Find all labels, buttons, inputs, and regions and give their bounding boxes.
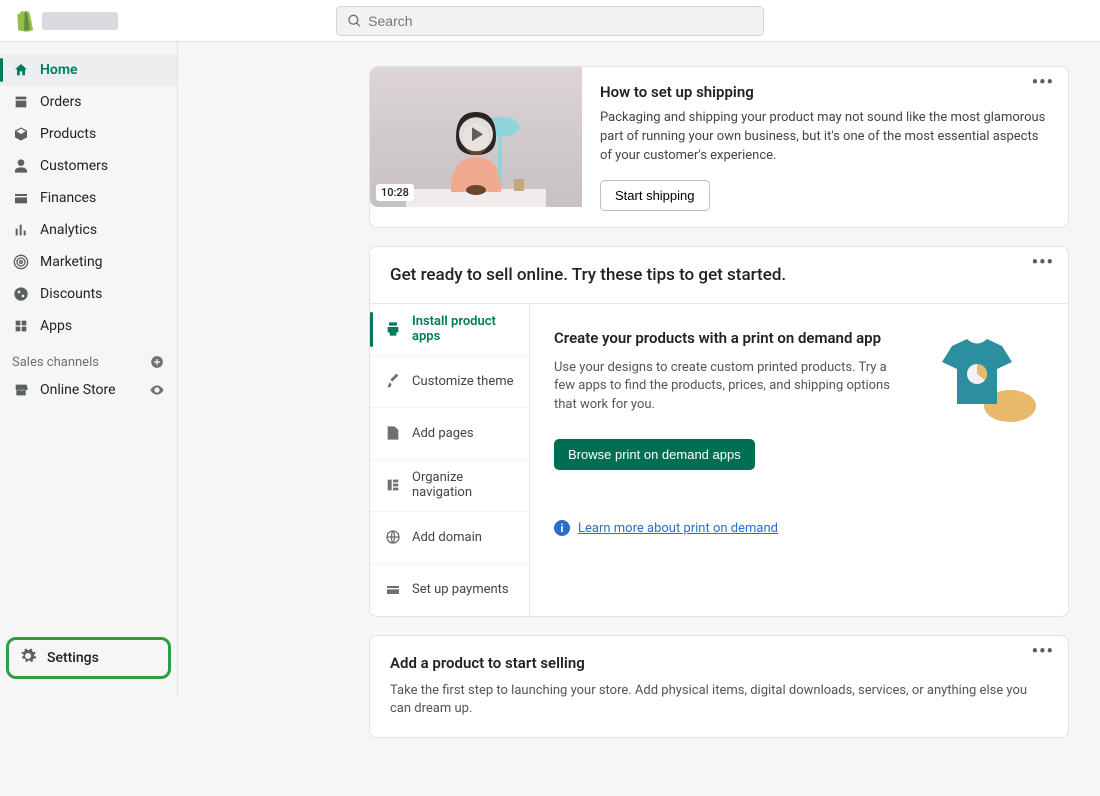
gear-icon <box>19 647 37 669</box>
sidebar-item-label: Products <box>40 126 96 142</box>
browse-apps-button[interactable]: Browse print on demand apps <box>554 439 755 470</box>
tshirt-illustration <box>932 334 1044 424</box>
navigation-icon <box>384 476 402 494</box>
finances-icon <box>12 189 30 207</box>
add-product-title: Add a product to start selling <box>390 654 1048 672</box>
tips-content-title: Create your products with a print on dem… <box>554 328 908 349</box>
print-icon <box>384 320 402 338</box>
main-content: 10:28 ••• How to set up shipping Packagi… <box>178 0 1100 796</box>
add-channel-icon[interactable] <box>149 354 165 370</box>
settings-label: Settings <box>47 650 99 666</box>
sidebar-item-label: Marketing <box>40 254 103 270</box>
view-store-icon[interactable] <box>149 382 165 398</box>
sidebar-item-label: Customers <box>40 158 108 174</box>
video-duration: 10:28 <box>376 184 414 201</box>
add-product-desc: Take the first step to launching your st… <box>390 682 1048 720</box>
pages-icon <box>384 424 402 442</box>
more-icon[interactable]: ••• <box>1032 259 1054 267</box>
tip-customize-theme[interactable]: Customize theme <box>370 356 529 408</box>
search-input[interactable] <box>368 13 753 29</box>
topbar <box>0 0 1100 42</box>
apps-icon <box>12 317 30 335</box>
search-box[interactable] <box>336 6 764 36</box>
learn-more-link[interactable]: Learn more about print on demand <box>578 521 778 536</box>
payment-icon <box>384 581 402 599</box>
tip-payments[interactable]: Set up payments <box>370 564 529 616</box>
more-icon[interactable]: ••• <box>1032 79 1054 87</box>
shipping-desc: Packaging and shipping your product may … <box>600 109 1050 166</box>
sidebar-item-label: Finances <box>40 190 96 206</box>
sidebar-item-settings[interactable]: Settings <box>6 637 171 679</box>
tips-list: Install product apps Customize theme Add… <box>370 304 530 616</box>
sidebar-item-label: Orders <box>40 94 82 110</box>
sidebar: Home Orders Products Customers Finances … <box>0 42 178 697</box>
tip-organize-nav[interactable]: Organize navigation <box>370 460 529 512</box>
home-icon <box>12 61 30 79</box>
tip-label: Add pages <box>412 426 474 441</box>
shipping-video-thumb[interactable]: 10:28 <box>370 67 582 207</box>
sidebar-item-label: Home <box>40 62 78 78</box>
tip-label: Customize theme <box>412 374 514 389</box>
info-icon: i <box>554 520 570 536</box>
customers-icon <box>12 157 30 175</box>
store-name-placeholder <box>42 12 118 30</box>
products-icon <box>12 125 30 143</box>
search-icon <box>347 13 362 29</box>
shipping-card: 10:28 ••• How to set up shipping Packagi… <box>369 66 1069 228</box>
tip-label: Add domain <box>412 530 482 545</box>
play-icon <box>459 117 493 151</box>
tip-install-apps[interactable]: Install product apps <box>370 304 529 356</box>
tip-add-pages[interactable]: Add pages <box>370 408 529 460</box>
sidebar-item-label: Online Store <box>40 382 116 398</box>
orders-icon <box>12 93 30 111</box>
video-person-illustration <box>406 97 546 207</box>
sidebar-item-orders[interactable]: Orders <box>0 86 177 118</box>
tip-add-domain[interactable]: Add domain <box>370 512 529 564</box>
shipping-title: How to set up shipping <box>600 83 1050 101</box>
tip-label: Organize navigation <box>412 470 515 500</box>
marketing-icon <box>12 253 30 271</box>
tip-label: Install product apps <box>412 314 515 344</box>
globe-icon <box>384 528 402 546</box>
sales-channels-header: Sales channels <box>0 342 177 374</box>
logo-area <box>14 10 118 32</box>
sidebar-item-analytics[interactable]: Analytics <box>0 214 177 246</box>
tip-label: Set up payments <box>412 582 509 597</box>
sidebar-item-products[interactable]: Products <box>0 118 177 150</box>
sidebar-item-label: Apps <box>40 318 72 334</box>
sales-channels-label: Sales channels <box>12 355 99 370</box>
sidebar-item-label: Analytics <box>40 222 97 238</box>
start-shipping-button[interactable]: Start shipping <box>600 180 710 211</box>
brush-icon <box>384 372 402 390</box>
discounts-icon <box>12 285 30 303</box>
tips-heading: Get ready to sell online. Try these tips… <box>390 265 1048 285</box>
tips-card: ••• Get ready to sell online. Try these … <box>369 246 1069 617</box>
sidebar-item-finances[interactable]: Finances <box>0 182 177 214</box>
shopify-logo-icon <box>14 10 34 32</box>
sidebar-item-apps[interactable]: Apps <box>0 310 177 342</box>
sidebar-item-home[interactable]: Home <box>0 54 177 86</box>
store-icon <box>12 381 30 399</box>
analytics-icon <box>12 221 30 239</box>
sidebar-item-label: Discounts <box>40 286 102 302</box>
sidebar-item-online-store[interactable]: Online Store <box>0 374 177 406</box>
add-product-card: ••• Add a product to start selling Take … <box>369 635 1069 739</box>
more-icon[interactable]: ••• <box>1032 648 1054 656</box>
tips-content-desc: Use your designs to create custom printe… <box>554 359 908 416</box>
sidebar-item-customers[interactable]: Customers <box>0 150 177 182</box>
sidebar-item-discounts[interactable]: Discounts <box>0 278 177 310</box>
sidebar-item-marketing[interactable]: Marketing <box>0 246 177 278</box>
